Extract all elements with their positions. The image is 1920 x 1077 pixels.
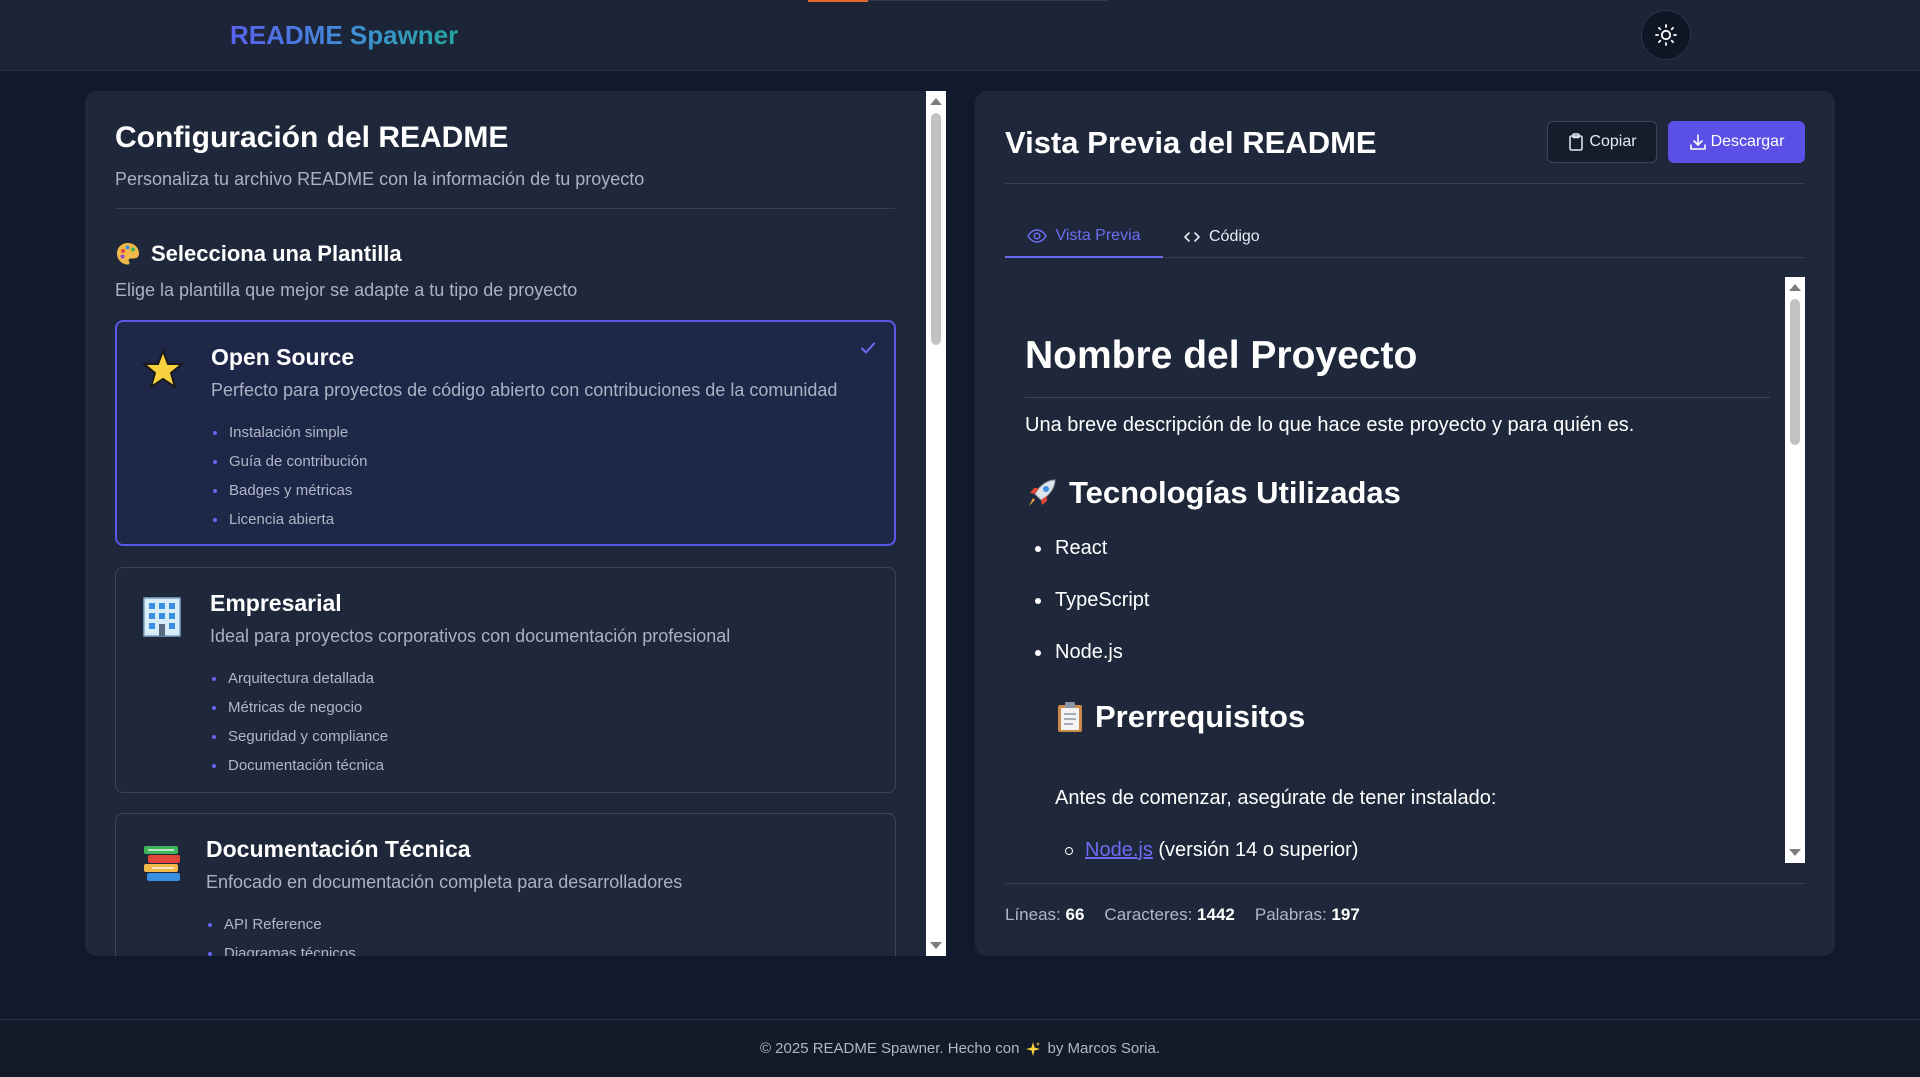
sparkles-icon [1026, 1041, 1041, 1056]
config-scrollbar[interactable] [926, 91, 946, 956]
palette-icon [117, 243, 139, 265]
config-subtitle: Personaliza tu archivo README con la inf… [115, 169, 645, 189]
template-description: Enfocado en documentación completa para … [206, 872, 683, 892]
preview-prereq-heading: Prerrequisitos [1055, 699, 1305, 735]
theme-toggle-button[interactable] [1641, 10, 1691, 60]
preview-title: Vista Previa del README [1005, 125, 1377, 160]
preview-h1: Nombre del Proyecto [1025, 334, 1418, 377]
clipboard-copy-icon [1569, 133, 1584, 151]
template-card-open-source[interactable]: Open Source Perfecto para proyectos de c… [115, 320, 896, 546]
feature-item: Guía de contribución [211, 447, 367, 476]
stat-chars: Caracteres: 1442 [1104, 905, 1234, 925]
feature-item: Arquitectura detallada [210, 664, 388, 693]
star-icon [141, 348, 185, 390]
prereq-item: Node.js (versión 14 o superior) [1065, 839, 1358, 862]
tab-label: Vista Previa [1055, 227, 1141, 244]
prereq-heading-label: Prerrequisitos [1095, 699, 1306, 734]
loading-accent [808, 0, 868, 2]
sun-icon [1655, 24, 1677, 46]
config-title: Configuración del README [115, 121, 509, 154]
feature-item: Badges y métricas [211, 476, 367, 505]
clipboard-icon [1058, 702, 1082, 732]
template-name: Documentación Técnica [206, 836, 471, 862]
tech-heading-label: Tecnologías Utilizadas [1069, 475, 1401, 510]
preview-panel: Vista Previa del README Copiar Descargar… [975, 91, 1835, 956]
tab-vista-previa[interactable]: Vista Previa [1005, 216, 1163, 258]
scroll-up-arrow[interactable] [1789, 284, 1801, 291]
rocket-icon [1029, 479, 1056, 506]
prereq-item-text: (versión 14 o superior) [1152, 839, 1359, 861]
preview-tabs: Vista Previa Código [1005, 216, 1805, 258]
footer-text-after: by Marcos Soria. [1047, 1040, 1161, 1057]
template-card-empresarial[interactable]: Empresarial Ideal para proyectos corpora… [115, 567, 896, 793]
prereq-intro: Antes de comenzar, asegúrate de tener in… [1055, 787, 1497, 809]
template-section-subtitle: Elige la plantilla que mejor se adapte a… [115, 280, 578, 300]
markdown-preview: Nombre del Proyecto Una breve descripció… [1005, 277, 1785, 863]
stats-divider [1005, 883, 1805, 884]
footer: © 2025 README Spawner. Hecho con by Marc… [0, 1019, 1920, 1077]
template-features: Instalación simple Guía de contribución … [211, 418, 367, 534]
nodejs-link[interactable]: Node.js [1085, 839, 1153, 861]
scroll-down-arrow[interactable] [1789, 849, 1801, 856]
tab-label: Código [1209, 228, 1260, 245]
footer-text-before: © 2025 README Spawner. Hecho con [759, 1040, 1020, 1057]
template-description: Ideal para proyectos corporativos con do… [210, 626, 731, 646]
loading-track [868, 0, 1108, 1]
download-icon [1689, 134, 1706, 150]
preview-scrollbar[interactable] [1785, 277, 1805, 863]
feature-item: Métricas de negocio [210, 693, 388, 722]
scroll-down-arrow[interactable] [930, 942, 942, 949]
stat-lines: Líneas: 66 [1005, 905, 1084, 925]
tech-item: Node.js [1035, 641, 1123, 664]
tech-item: TypeScript [1035, 589, 1149, 612]
tab-codigo[interactable]: Código [1183, 216, 1260, 258]
stat-value: 66 [1065, 905, 1085, 924]
copy-label: Copiar [1589, 133, 1637, 150]
eye-icon [1027, 229, 1048, 243]
stat-value: 197 [1331, 905, 1360, 924]
template-features: API Reference Diagramas técnicos [206, 910, 356, 956]
template-name: Open Source [211, 344, 355, 370]
preview-hr [1025, 397, 1770, 398]
tech-item: React [1035, 537, 1107, 560]
template-section-label: Selecciona una Plantilla [151, 241, 402, 266]
config-divider [115, 208, 895, 209]
copy-button[interactable]: Copiar [1547, 121, 1657, 163]
template-section-title: Selecciona una Plantilla [115, 241, 402, 267]
download-label: Descargar [1710, 133, 1785, 150]
stat-label: Palabras: [1254, 905, 1327, 924]
preview-tech-heading: Tecnologías Utilizadas [1025, 475, 1401, 511]
preview-stats: Líneas: 66 Caracteres: 1442 Palabras: 19… [1005, 905, 1360, 925]
top-bar: README Spawner [0, 0, 1920, 71]
preview-description: Una breve descripción de lo que hace est… [1025, 414, 1635, 436]
template-name: Empresarial [210, 590, 342, 616]
feature-item: Licencia abierta [211, 505, 367, 534]
feature-item: Diagramas técnicos [206, 939, 356, 956]
check-icon [861, 342, 875, 354]
template-description: Perfecto para proyectos de código abiert… [211, 380, 838, 400]
scroll-up-arrow[interactable] [930, 98, 942, 105]
download-button[interactable]: Descargar [1668, 121, 1805, 163]
feature-item: Documentación técnica [210, 751, 388, 780]
stat-label: Caracteres: [1104, 905, 1193, 924]
feature-item: Instalación simple [211, 418, 367, 447]
stat-value: 1442 [1197, 905, 1235, 924]
stat-label: Líneas: [1005, 905, 1061, 924]
scroll-thumb[interactable] [1790, 299, 1800, 445]
feature-item: Seguridad y compliance [210, 722, 388, 751]
stat-words: Palabras: 197 [1255, 905, 1360, 925]
template-card-documentacion-tecnica[interactable]: Documentación Técnica Enfocado en docume… [115, 813, 896, 956]
preview-divider [1005, 183, 1805, 184]
code-icon [1184, 232, 1200, 242]
template-features: Arquitectura detallada Métricas de negoc… [210, 664, 388, 780]
feature-item: API Reference [206, 910, 356, 939]
brand-logo[interactable]: README Spawner [230, 20, 458, 51]
config-panel: Configuración del README Personaliza tu … [85, 91, 945, 956]
books-icon [144, 846, 180, 881]
building-icon [143, 597, 181, 637]
scroll-thumb[interactable] [931, 113, 941, 345]
